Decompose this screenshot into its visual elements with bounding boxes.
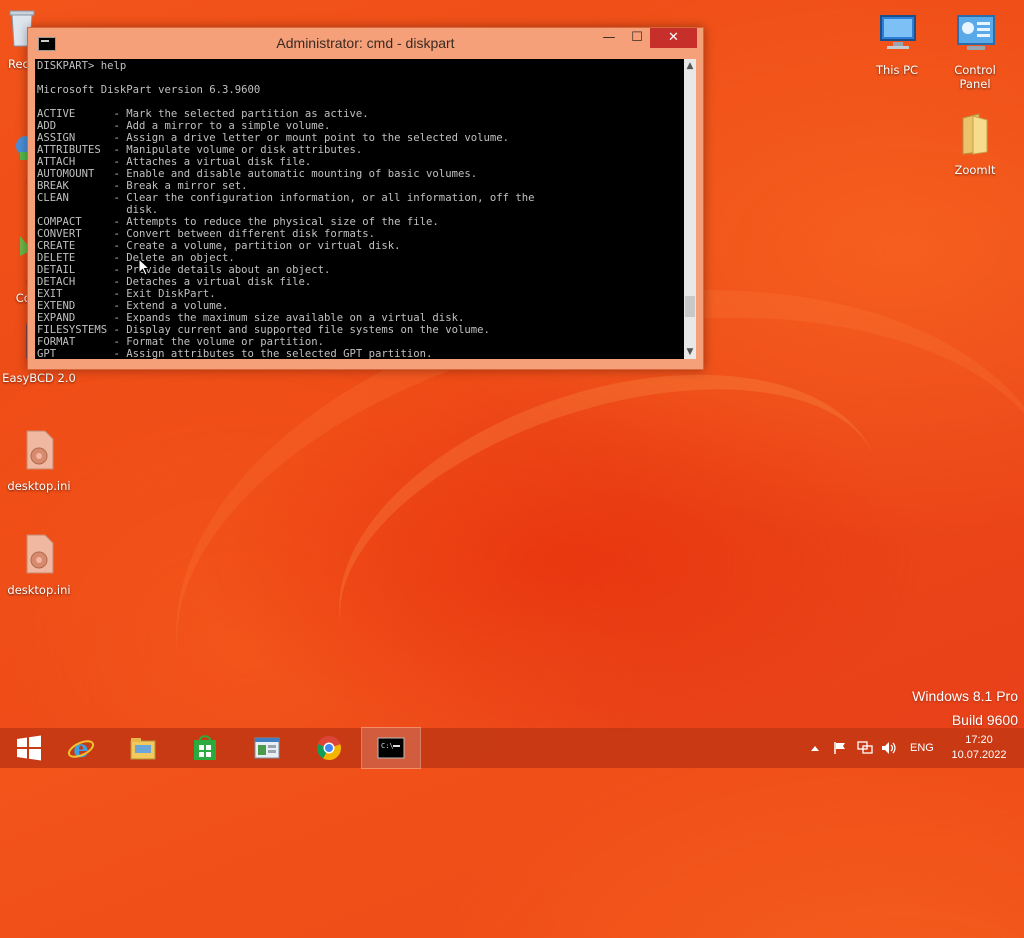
desktop-icon-desktop-ini[interactable]: desktop.ini — [1, 532, 77, 597]
taskbar-internet-explorer[interactable]: e — [52, 728, 110, 768]
desktop-icon-label: This PC — [875, 63, 919, 77]
mouse-cursor-icon — [138, 258, 150, 276]
chrome-icon — [316, 736, 342, 761]
taskbar-cmd[interactable]: C:\ — [361, 727, 421, 769]
folder-icon — [962, 113, 988, 155]
vertical-scrollbar[interactable]: ▲ ▼ — [684, 59, 696, 359]
scroll-thumb[interactable] — [685, 296, 695, 317]
start-button[interactable] — [0, 728, 58, 768]
cmd-icon: C:\ — [377, 737, 405, 759]
desktop-icon-control-panel[interactable]: Control Panel — [937, 12, 1013, 91]
taskbar-chrome[interactable] — [300, 728, 358, 768]
computer-icon — [880, 15, 916, 49]
desktop-icon-this-pc[interactable]: This PC — [859, 12, 935, 77]
internet-explorer-icon: e — [67, 735, 95, 761]
svg-text:C:\: C:\ — [381, 742, 394, 750]
desktop-icon-label: EasyBCD 2.0 — [2, 371, 76, 385]
volume-icon[interactable] — [881, 741, 897, 755]
windows-watermark: Windows 8.1 Pro Build 9600 — [912, 684, 1018, 732]
file-explorer-icon — [130, 738, 156, 760]
desktop-icon-label: Control Panel — [954, 63, 996, 91]
window-app-icon — [254, 737, 280, 759]
close-button[interactable]: ✕ — [650, 28, 697, 48]
action-center-flag-icon[interactable] — [833, 741, 847, 755]
network-icon[interactable] — [857, 741, 873, 755]
control-panel-icon — [957, 15, 995, 50]
taskbar: e C:\ ENG 17:20 10.07.2022 — [0, 727, 1024, 769]
watermark-edition: Windows 8.1 Pro — [912, 688, 1018, 704]
window-titlebar[interactable]: Administrator: cmd - diskpart — ☐ ✕ — [28, 28, 703, 58]
windows-logo-icon — [17, 735, 41, 761]
cmd-window[interactable]: Administrator: cmd - diskpart — ☐ ✕ DISK… — [27, 27, 704, 370]
scroll-down-arrow-icon[interactable]: ▼ — [684, 345, 696, 359]
desktop-icon-label: ZoomIt — [954, 163, 996, 177]
taskbar-file-explorer[interactable] — [114, 728, 172, 768]
minimize-button[interactable]: — — [594, 28, 624, 48]
store-icon — [194, 735, 216, 760]
taskbar-store[interactable] — [176, 728, 234, 768]
desktop-icon-desktop-ini[interactable]: desktop.ini — [1, 428, 77, 493]
show-hidden-icons-icon[interactable] — [810, 744, 820, 752]
scroll-up-arrow-icon[interactable]: ▲ — [684, 59, 696, 73]
wallpaper-swirl-inner — [294, 311, 926, 787]
clock-time: 17:20 — [965, 734, 993, 746]
settings-file-icon — [26, 534, 54, 574]
desktop-icon-zoomit[interactable]: ZoomIt — [937, 112, 1013, 177]
desktop-icon-label: desktop.ini — [7, 583, 71, 597]
taskbar-app[interactable] — [238, 728, 296, 768]
taskbar-clock[interactable]: 17:20 10.07.2022 — [944, 733, 1014, 763]
desktop-icon-label: desktop.ini — [7, 479, 71, 493]
settings-file-icon — [26, 430, 54, 470]
console-area[interactable]: DISKPART> help Microsoft DiskPart versio… — [35, 59, 684, 359]
maximize-button[interactable]: ☐ — [622, 28, 652, 48]
console-output: DISKPART> help Microsoft DiskPart versio… — [37, 60, 535, 359]
input-language[interactable]: ENG — [910, 728, 934, 768]
clock-date: 10.07.2022 — [951, 749, 1007, 761]
